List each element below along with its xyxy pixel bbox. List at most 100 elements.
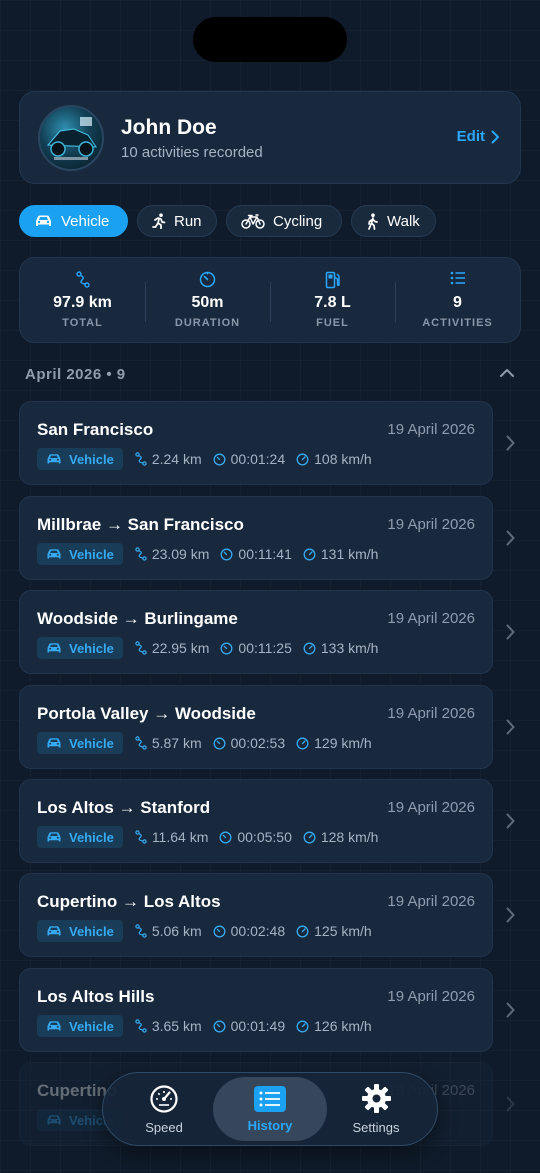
activity-type-label: Vehicle	[69, 923, 114, 939]
speed-value: 128 km/h	[320, 829, 379, 845]
activity-card[interactable]: Los Altos → Stanford 19 April 2026 Vehicle…	[19, 779, 493, 863]
activity-date: 19 April 2026	[387, 516, 475, 533]
stats-card: 97.9 km TOTAL 50m DURATION 7.8 L FUEL 9 …	[19, 257, 521, 343]
activity-type-badge: Vehicle	[37, 920, 123, 942]
chevron-right-icon[interactable]	[506, 813, 515, 829]
speed-value: 131 km/h	[320, 546, 379, 562]
tab-label: Settings	[352, 1120, 400, 1135]
activity-card[interactable]: Portola Valley → Woodside 19 April 2026 Ve…	[19, 685, 493, 769]
activity-date: 19 April 2026	[387, 799, 475, 816]
activity-speed: 133 km/h	[303, 640, 378, 656]
chevron-right-icon[interactable]	[506, 624, 515, 640]
activity-duration: 00:05:50	[219, 829, 292, 845]
activity-duration: 00:11:41	[220, 546, 292, 562]
filter-chip-vehicle[interactable]: Vehicle	[19, 205, 128, 237]
stat-value: 97.9 km	[53, 294, 112, 311]
activity-card[interactable]: Woodside → Burlingame 19 April 2026 Vehicl…	[19, 590, 493, 674]
activity-duration: 00:02:48	[213, 923, 285, 939]
profile-card[interactable]: John Doe 10 activities recorded Edit	[19, 91, 521, 184]
activity-metrics: Vehicle 5.06 km 00:02:48 125 km/h	[37, 920, 383, 942]
activity-chevron[interactable]	[506, 1002, 515, 1023]
run-icon	[152, 213, 166, 229]
edit-profile-button[interactable]: Edit	[457, 128, 500, 145]
gauge-icon	[296, 1020, 309, 1032]
tab-settings[interactable]: Settings	[319, 1077, 433, 1141]
route-icon	[75, 271, 90, 288]
activity-card[interactable]: Los Altos Hills 19 April 2026 Vehicle 3.65 …	[19, 968, 493, 1052]
activity-chevron[interactable]	[506, 719, 515, 740]
filter-chip-cycling[interactable]: Cycling	[226, 205, 342, 237]
stat-label: TOTAL	[62, 317, 103, 329]
stat-value: 7.8 L	[314, 294, 351, 311]
chevron-right-icon[interactable]	[506, 907, 515, 923]
bottom-tab-bar: Speed History Settings	[102, 1072, 438, 1146]
tab-label: History	[247, 1117, 293, 1133]
activity-distance: 22.95 km	[135, 640, 209, 656]
duration-value: 00:01:49	[230, 1018, 286, 1034]
activity-chevron[interactable]	[506, 530, 515, 551]
timer-icon	[220, 642, 233, 654]
speed-value: 129 km/h	[314, 735, 372, 751]
chevron-right-icon[interactable]	[506, 435, 515, 451]
gauge-icon	[303, 642, 316, 654]
activity-type-label: Vehicle	[69, 1018, 114, 1034]
route-icon	[135, 736, 147, 750]
chevron-right-icon[interactable]	[506, 530, 515, 546]
chevron-right-icon[interactable]	[506, 719, 515, 735]
activity-distance: 3.65 km	[135, 1018, 202, 1034]
speedometer-icon	[150, 1084, 178, 1113]
chevron-right-icon[interactable]	[506, 1002, 515, 1018]
avatar[interactable]	[38, 105, 104, 171]
activity-chevron[interactable]	[506, 624, 515, 645]
timer-icon	[220, 548, 233, 560]
car-icon	[47, 549, 61, 559]
chevron-right-icon	[491, 130, 499, 143]
duration-value: 00:05:50	[237, 829, 292, 845]
duration-value: 00:11:25	[238, 640, 292, 656]
filter-chip-label: Walk	[387, 212, 420, 230]
gear-icon	[361, 1084, 391, 1113]
duration-value: 00:01:24	[230, 451, 286, 467]
car-icon	[47, 832, 61, 842]
activity-distance: 23.09 km	[135, 546, 209, 562]
tab-speed[interactable]: Speed	[107, 1077, 221, 1141]
stat-label: FUEL	[316, 317, 349, 329]
filter-chip-label: Cycling	[273, 212, 323, 230]
chevron-right-icon[interactable]	[506, 1096, 515, 1112]
car-icon	[47, 738, 61, 748]
activity-card[interactable]: Cupertino → Los Altos 19 April 2026 Vehicl…	[19, 873, 493, 957]
activity-type-label: Vehicle	[69, 640, 114, 656]
filter-chip-run[interactable]: Run	[137, 205, 217, 237]
route-icon	[135, 1019, 147, 1033]
activity-title: Cupertino → Los Altos	[37, 892, 221, 911]
timer-icon	[219, 831, 232, 843]
gauge-icon	[303, 831, 316, 843]
car-icon	[47, 643, 61, 653]
activity-chevron[interactable]	[506, 813, 515, 834]
stat-fuel: 7.8 L FUEL	[270, 258, 395, 342]
activity-chevron[interactable]	[506, 1096, 515, 1117]
stat-activities: 9 ACTIVITIES	[395, 258, 520, 342]
activity-card[interactable]: San Francisco 19 April 2026 Vehicle 2.24 km…	[19, 401, 493, 485]
activity-date: 19 April 2026	[387, 610, 475, 627]
activity-type-label: Vehicle	[69, 829, 114, 845]
distance-value: 11.64 km	[151, 829, 209, 845]
activity-date: 19 April 2026	[387, 421, 475, 438]
distance-value: 5.06 km	[151, 923, 202, 939]
activity-duration: 00:01:24	[213, 451, 286, 467]
dynamic-island	[193, 17, 347, 62]
car-icon	[47, 454, 61, 464]
activity-type-label: Vehicle	[69, 546, 114, 562]
tab-history[interactable]: History	[213, 1077, 327, 1141]
activity-chevron[interactable]	[506, 435, 515, 456]
activity-title: Los Altos Hills	[37, 987, 155, 1006]
activity-metrics: Vehicle 22.95 km 00:11:25 133 km/h	[37, 637, 389, 659]
chevron-up-icon[interactable]	[499, 368, 515, 378]
car-icon	[47, 1021, 61, 1031]
activity-title: Portola Valley → Woodside	[37, 704, 256, 723]
filter-chip-walk[interactable]: Walk	[351, 205, 436, 237]
activity-card[interactable]: Millbrae → San Francisco 19 April 2026 Veh…	[19, 496, 493, 580]
speed-value: 125 km/h	[314, 923, 372, 939]
speed-value: 126 km/h	[314, 1018, 372, 1034]
activity-chevron[interactable]	[506, 907, 515, 928]
